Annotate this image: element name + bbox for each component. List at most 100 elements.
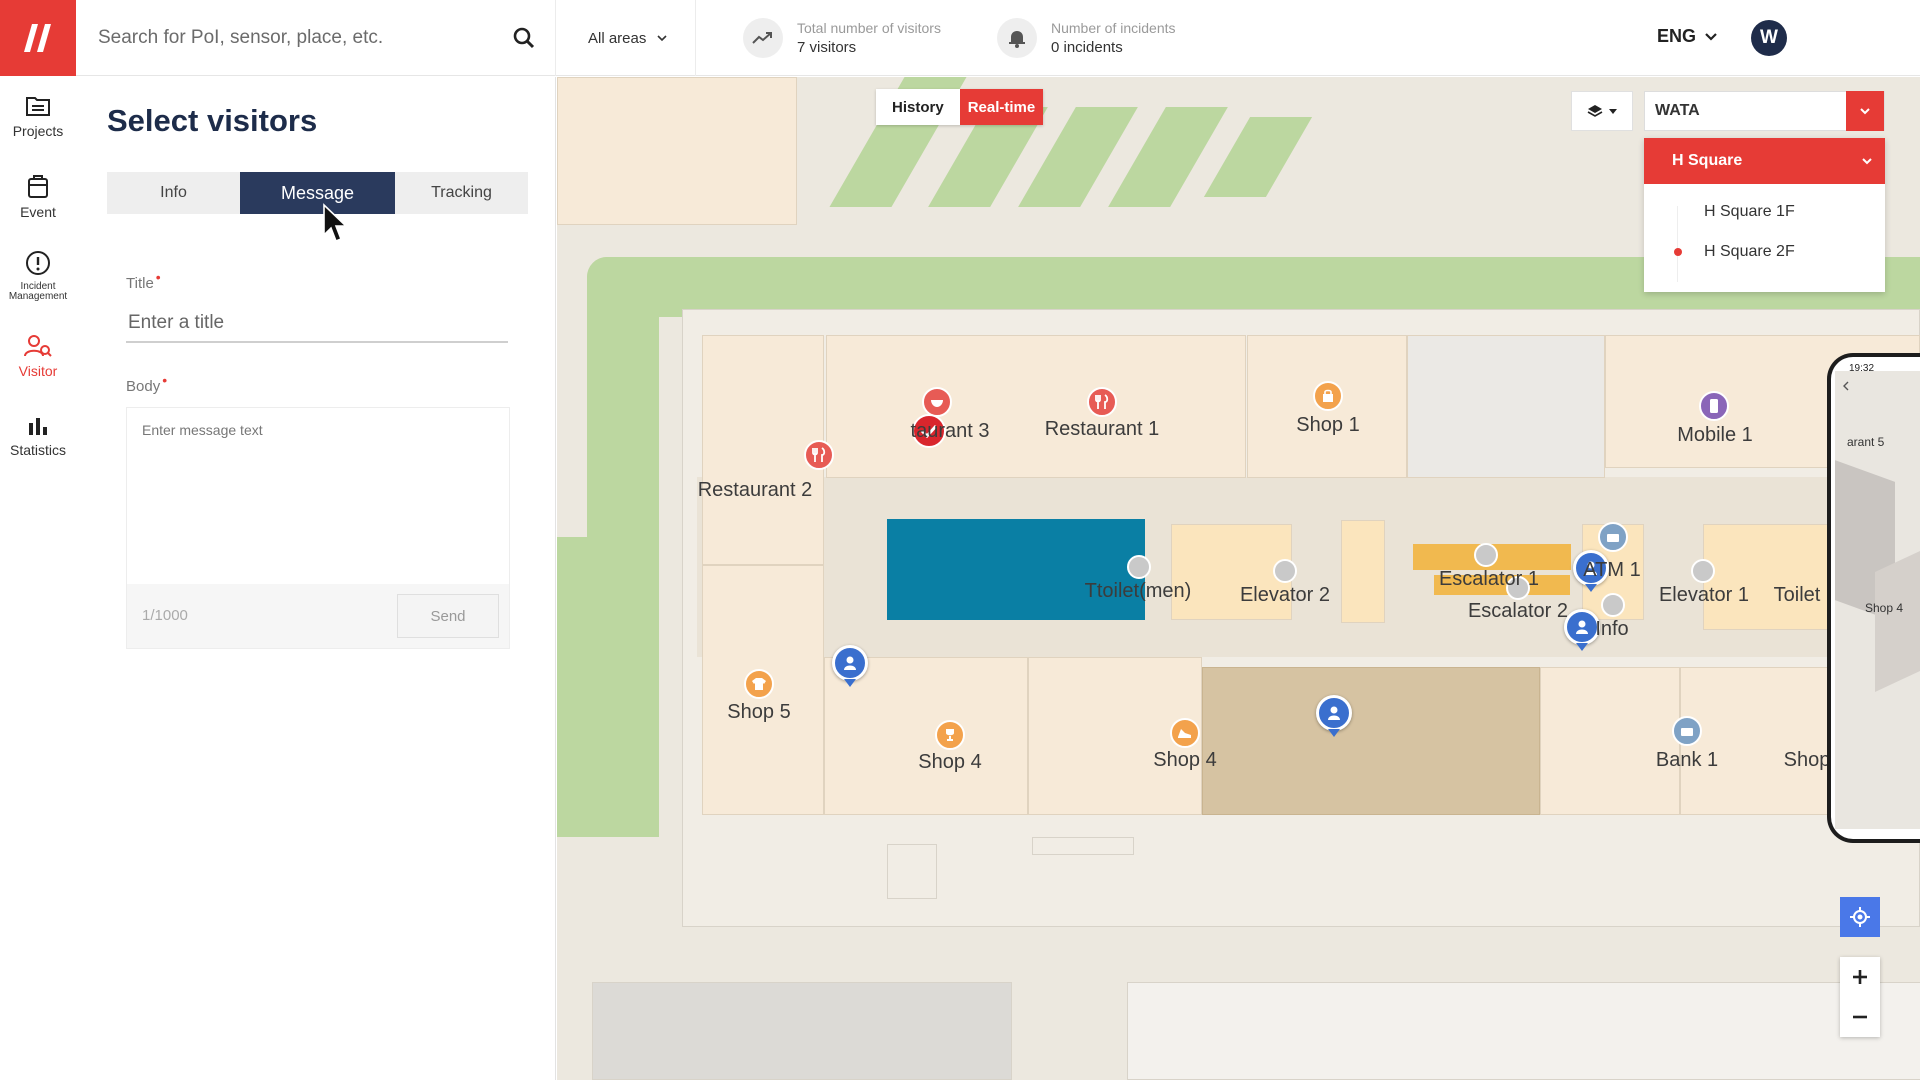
- locate-me-button[interactable]: [1840, 897, 1880, 937]
- restaurant-pin-icon[interactable]: [1087, 387, 1117, 417]
- visitor-count-stat: Total number of visitors 7 visitors: [743, 18, 941, 58]
- zoom-in-button[interactable]: [1840, 957, 1880, 997]
- bank-pin-icon[interactable]: [1672, 716, 1702, 746]
- nav-label-projects: Projects: [12, 122, 64, 139]
- folder-icon: [26, 96, 50, 116]
- tab-message[interactable]: Message: [240, 172, 395, 214]
- mobile-app-preview: 19:32 arant 5 Shop 4: [1827, 353, 1920, 843]
- mobile-pin-icon[interactable]: [1699, 391, 1729, 421]
- nav-item-event[interactable]: Event: [0, 156, 76, 236]
- title-input[interactable]: [126, 305, 508, 343]
- phone-screen: arant 5 Shop 4: [1835, 371, 1920, 829]
- area-filter-dropdown[interactable]: All areas: [556, 0, 696, 76]
- place-label: Restaurant 1: [1044, 418, 1160, 440]
- room-pillar: [1341, 520, 1385, 623]
- toilet-marker-icon[interactable]: [1127, 555, 1151, 579]
- logo-slashes-icon: [24, 24, 51, 52]
- search-bar: [76, 0, 556, 76]
- panel-title: Select visitors: [107, 103, 318, 138]
- shirt-pin-icon[interactable]: [744, 669, 774, 699]
- title-field-label: Title •: [126, 269, 161, 292]
- alert-circle-icon: [26, 250, 50, 275]
- zoom-out-button[interactable]: [1840, 997, 1880, 1037]
- selected-area-highlight[interactable]: [887, 519, 1145, 620]
- message-body-footer: 1/1000 Send: [127, 584, 509, 648]
- grass-area: [557, 537, 659, 837]
- room-shop[interactable]: [557, 77, 797, 225]
- chevron-down-icon: [1705, 32, 1717, 41]
- bell-icon: [997, 18, 1037, 58]
- nav-label-event: Event: [20, 203, 56, 220]
- escalator-marker-icon[interactable]: [1474, 543, 1498, 567]
- message-body-input[interactable]: [127, 408, 509, 584]
- floor-option-1f[interactable]: H Square 1F: [1644, 192, 1885, 232]
- nav-item-incident-management[interactable]: Incident Management: [0, 236, 76, 316]
- search-input[interactable]: [98, 22, 498, 54]
- realtime-button[interactable]: Real-time: [959, 89, 1044, 125]
- shopping-bag-pin-icon[interactable]: [1313, 381, 1343, 411]
- bar-chart-icon: [29, 417, 47, 435]
- room-occupied[interactable]: [1202, 667, 1540, 815]
- visitor-search-icon: [24, 334, 52, 357]
- language-selector[interactable]: ENG: [1657, 26, 1718, 47]
- chevron-down-icon: [1862, 158, 1872, 165]
- send-button[interactable]: Send: [397, 594, 499, 638]
- info-marker-icon[interactable]: [1601, 593, 1625, 617]
- search-icon[interactable]: [513, 27, 535, 49]
- place-label: Elevator 2: [1239, 584, 1331, 606]
- floor-option-2f[interactable]: H Square 2F: [1644, 232, 1885, 272]
- app-logo[interactable]: [0, 0, 76, 76]
- zoom-controls: [1840, 957, 1880, 1037]
- select-visitors-panel: Select visitors Info Message Tracking Ti…: [76, 77, 556, 1080]
- room-restaurant-3-1[interactable]: [826, 335, 1246, 478]
- elevator-marker-icon[interactable]: [1273, 559, 1297, 583]
- visitor-count-caption: Total number of visitors: [797, 20, 941, 36]
- place-label: Ttoilet(men): [1084, 580, 1192, 602]
- phone-place-label: arant 5: [1847, 435, 1885, 449]
- place-label: ATM 1: [1583, 559, 1641, 581]
- side-navigation: Projects Event Incident Management Visit…: [0, 76, 76, 1080]
- elevator-marker-icon[interactable]: [1691, 559, 1715, 583]
- nav-item-statistics[interactable]: Statistics: [0, 396, 76, 476]
- restaurant-pin-icon[interactable]: [804, 440, 834, 470]
- visitor-marker-icon[interactable]: [832, 645, 868, 681]
- tab-info[interactable]: Info: [107, 172, 240, 214]
- character-counter: 1/1000: [142, 607, 188, 624]
- place-label: taurant 3: [910, 420, 990, 442]
- user-avatar[interactable]: W: [1751, 20, 1787, 56]
- room-empty: [1407, 335, 1605, 478]
- atm-pin-icon[interactable]: [1598, 522, 1628, 552]
- site-select[interactable]: WATA: [1644, 91, 1885, 131]
- layer-toggle-button[interactable]: [1571, 91, 1633, 131]
- phone-place-label: Shop 4: [1865, 601, 1904, 615]
- trophy-pin-icon[interactable]: [935, 720, 965, 750]
- floor-map[interactable]: taurant 3 Restaurant 1 Shop 1 Mobile 1 R…: [557, 77, 1920, 1080]
- place-label: Info: [1595, 618, 1629, 640]
- room-bank-1[interactable]: [1540, 667, 1680, 815]
- minus-icon: [1853, 1015, 1867, 1019]
- nav-item-projects[interactable]: Projects: [0, 76, 76, 156]
- incident-count-stat: Number of incidents 0 incidents: [997, 18, 1176, 58]
- building-select[interactable]: H Square: [1644, 138, 1885, 184]
- shoe-pin-icon[interactable]: [1170, 718, 1200, 748]
- layers-icon: [1587, 105, 1603, 117]
- place-label: Escalator 1: [1438, 568, 1540, 590]
- grass-area: [1203, 117, 1313, 197]
- place-label: Shop: [1783, 749, 1831, 771]
- place-label: Shop 1: [1296, 414, 1360, 436]
- plaza-area: [1127, 982, 1920, 1080]
- visitor-count-value: 7 visitors: [797, 39, 857, 56]
- place-label: Shop 4: [1153, 749, 1217, 771]
- place-label: Shop 5: [727, 701, 791, 723]
- nav-item-visitor[interactable]: Visitor: [0, 316, 76, 396]
- top-header: All areas Total number of visitors 7 vis…: [76, 0, 1920, 76]
- clipboard-icon: [28, 174, 48, 198]
- caret-down-icon: [1609, 108, 1617, 114]
- history-button[interactable]: History: [876, 89, 960, 125]
- incident-count-caption: Number of incidents: [1051, 20, 1176, 36]
- nav-label-statistics: Statistics: [9, 441, 66, 458]
- restaurant-pin-icon[interactable]: [922, 387, 952, 417]
- chevron-down-icon: [1846, 91, 1884, 131]
- tab-tracking[interactable]: Tracking: [395, 172, 528, 214]
- visitor-marker-icon[interactable]: [1316, 695, 1352, 731]
